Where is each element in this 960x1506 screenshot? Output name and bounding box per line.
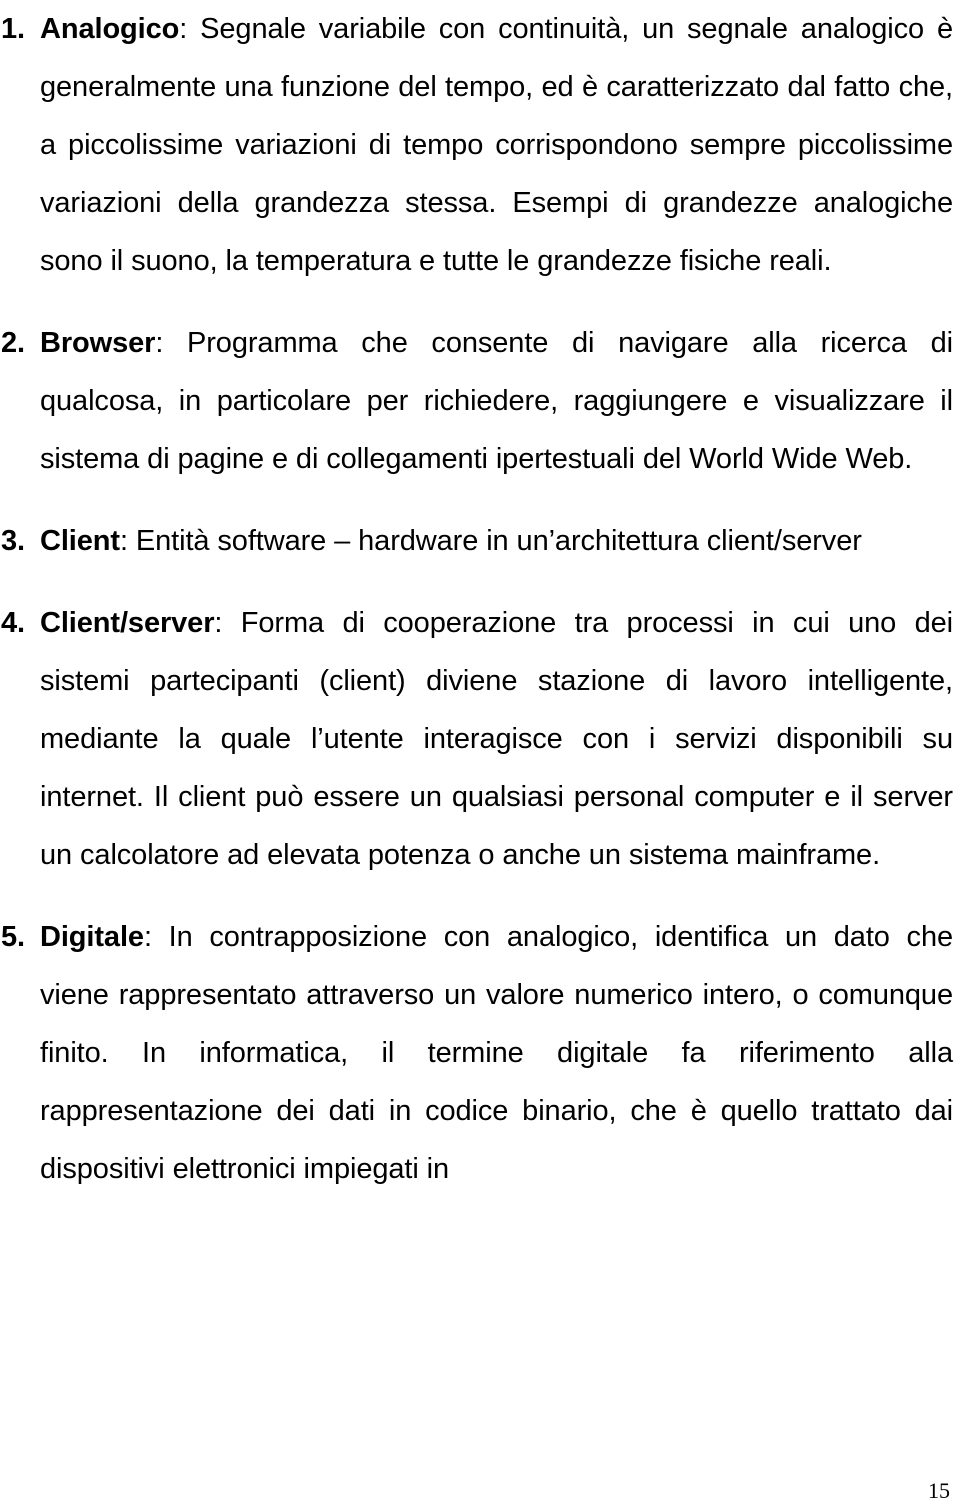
entry-number: 5. [1, 921, 25, 953]
entry-term: Analogico [40, 13, 180, 45]
entry-separator: : [143, 921, 152, 953]
glossary-entry-client-server: 4. Client/server: Forma di cooperazione t… [0, 594, 953, 884]
entry-number: 4. [1, 607, 25, 639]
entry-definition: Programma che consente di navigare alla … [40, 327, 953, 475]
glossary-entry-analogico: 1. Analogico: Segnale variabile con conti… [0, 0, 953, 290]
entry-number: 3. [1, 525, 25, 557]
entry-number: 2. [1, 327, 25, 359]
entry-term: Client/server [40, 607, 215, 639]
entry-separator: : [119, 525, 128, 557]
entry-term: Digitale [40, 921, 144, 953]
glossary-list: 1. Analogico: Segnale variabile con conti… [0, 0, 953, 1198]
glossary-entry-client: 3. Client: Entità software – hardware in … [0, 512, 953, 570]
page-number: 15 [928, 1478, 950, 1503]
glossary-entry-digitale: 5. Digitale: In contrapposizione con anal… [0, 908, 953, 1198]
entry-definition: Forma di cooperazione tra processi in cu… [40, 607, 953, 871]
entry-definition: In contrapposizione con analogico, ident… [40, 921, 953, 1185]
entry-term: Client [40, 525, 120, 557]
entry-definition: Segnale variabile con continuità, un seg… [40, 13, 953, 277]
glossary-entry-browser: 2. Browser: Programma che consente di nav… [0, 314, 953, 488]
entry-number: 1. [1, 13, 25, 45]
entry-definition: Entità software – hardware in un’archite… [127, 525, 862, 557]
entry-term: Browser [40, 327, 156, 359]
